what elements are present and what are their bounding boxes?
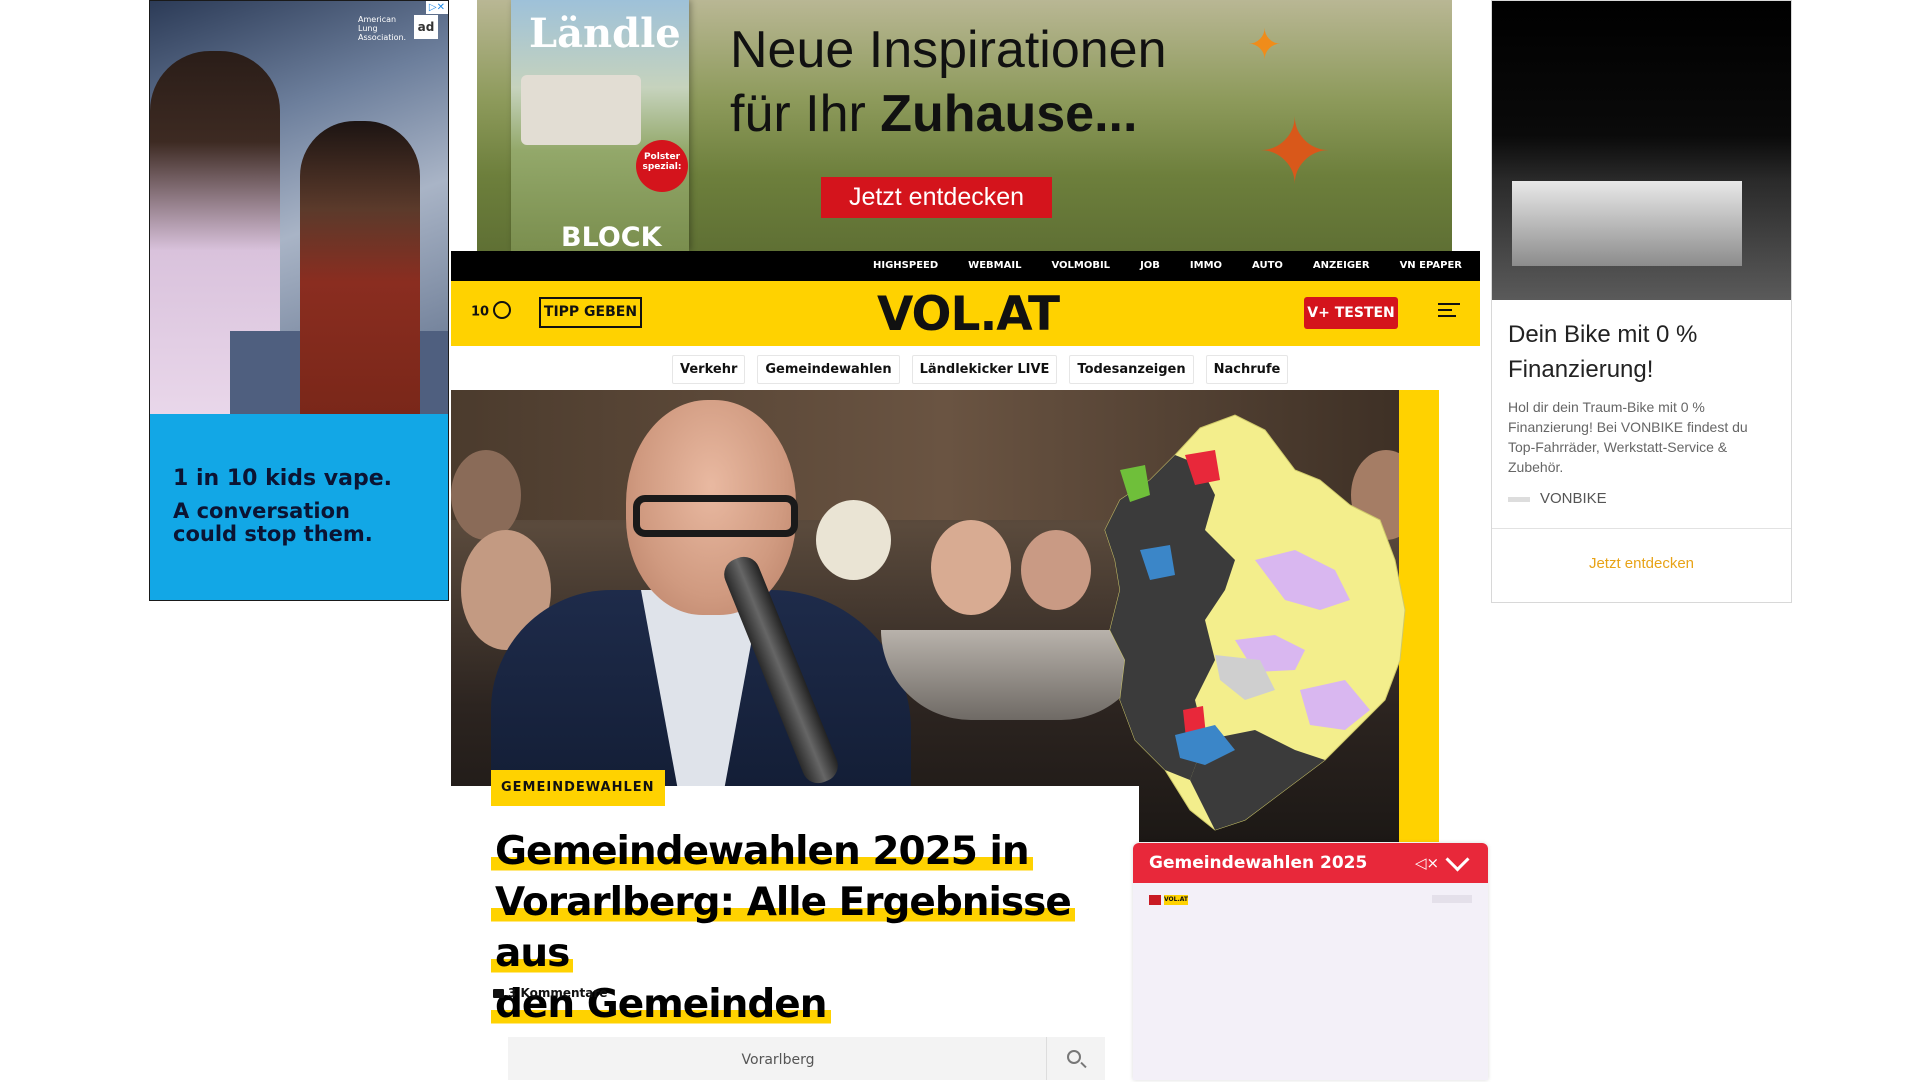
ad-subline: A conversation could stop them.	[173, 499, 373, 546]
right-ad[interactable]: Dein Bike mit 0 % Finanzierung! Hol dir …	[1491, 0, 1792, 603]
bike-shop-photo	[1492, 1, 1791, 300]
mute-icon[interactable]: ◁×	[1415, 854, 1439, 872]
nav-chip-gemeindewahlen[interactable]: Gemeindewahlen	[757, 355, 900, 384]
channel-logo-icon	[1149, 895, 1161, 905]
service-links: HIGHSPEED WEBMAIL VOLMOBIL JOB IMMO AUTO…	[843, 251, 1462, 281]
crowd-person	[931, 520, 1011, 615]
weather-widget[interactable]: 10	[471, 301, 512, 321]
player-title: Gemeindewahlen 2025	[1149, 853, 1368, 873]
article-teaser[interactable]: GEMEINDEWAHLEN Gemeindewahlen 2025 in Vo…	[451, 770, 1139, 1082]
ad-cta-link[interactable]: Jetzt entdecken	[1492, 555, 1791, 572]
tipp-geben-button[interactable]: TIPP GEBEN	[539, 297, 642, 328]
headline-bold: Zuhause...	[880, 85, 1138, 143]
butterfly-icon: ✦	[1247, 20, 1283, 69]
site-header: 10 TIPP GEBEN VOL.AT V+ TESTEN	[451, 281, 1480, 346]
service-bar: HIGHSPEED WEBMAIL VOLMOBIL JOB IMMO AUTO…	[451, 251, 1480, 281]
crowd-person	[451, 450, 521, 540]
search-button[interactable]	[1046, 1037, 1105, 1080]
video-player[interactable]: Gemeindewahlen 2025 ◁× VOL.AT	[1133, 843, 1488, 1080]
menu-search-icon[interactable]	[1438, 303, 1460, 321]
ad-council-logo: ad	[414, 15, 438, 39]
adchoices-icon[interactable]: ▷✕	[425, 1, 448, 14]
banner-cta-button[interactable]: Jetzt entdecken	[821, 177, 1052, 218]
weather-icon	[493, 301, 512, 319]
service-link-volmobil[interactable]: VOLMOBIL	[1051, 251, 1110, 281]
player-watermark	[1432, 895, 1472, 903]
banner-headline-2: für Ihr Zuhause...	[730, 84, 1137, 144]
shop-window	[1512, 181, 1742, 266]
service-link-job[interactable]: JOB	[1140, 251, 1160, 281]
comment-count-label: 3 Kommentare	[508, 986, 608, 1000]
ad-advertiser: American Lung Association.	[358, 15, 407, 42]
service-link-highspeed[interactable]: HIGHSPEED	[873, 251, 938, 281]
ad-photo	[150, 1, 448, 414]
site-logo[interactable]: VOL.AT	[877, 287, 1060, 342]
headline-plain: für Ihr	[730, 85, 881, 143]
comment-icon	[493, 989, 504, 998]
player-header: Gemeindewahlen 2025 ◁×	[1133, 843, 1488, 883]
crowd-person	[1021, 530, 1091, 610]
crowd-person	[816, 500, 891, 580]
ad-title[interactable]: Dein Bike mit 0 % Finanzierung!	[1508, 317, 1768, 387]
service-link-epaper[interactable]: VN EPAPER	[1400, 251, 1462, 281]
comment-count[interactable]: 3 Kommentare	[493, 986, 607, 1000]
polster-badge: Polster spezial:	[636, 140, 688, 192]
ad-text-panel: 1 in 10 kids vape. A conversation could …	[150, 414, 448, 600]
sofa-image	[521, 75, 641, 145]
nav-chip-todesanzeigen[interactable]: Todesanzeigen	[1069, 355, 1194, 384]
volat-mini-logo: VOL.AT	[1164, 895, 1189, 905]
nav-chip-laendlekicker[interactable]: Ländlekicker LIVE	[911, 355, 1058, 384]
region-search	[508, 1037, 1105, 1082]
search-icon	[1067, 1050, 1081, 1064]
service-link-anzeiger[interactable]: ANZEIGER	[1313, 251, 1370, 281]
headline-line: Gemeindewahlen 2025 in	[491, 829, 1033, 874]
headline-line: Vorarlberg: Alle Ergebnisse aus	[491, 880, 1075, 976]
election-results-map	[1104, 414, 1406, 831]
category-badge[interactable]: GEMEINDEWAHLEN	[491, 770, 665, 806]
speaker-glasses	[633, 495, 798, 537]
top-banner-ad[interactable]: Ländle Polster spezial: BLOCK Neue Inspi…	[477, 0, 1452, 251]
catalog-title: Ländle	[529, 10, 681, 57]
boy-figure	[300, 121, 420, 414]
ad-brand: VONBIKE	[1540, 490, 1607, 507]
vplus-testen-button[interactable]: V+ TESTEN	[1304, 297, 1398, 329]
temperature: 10	[471, 304, 490, 320]
ad-description: Hol dir dein Traum-Bike mit 0 % Finanzie…	[1508, 399, 1748, 475]
block-logo: BLOCK	[561, 222, 662, 251]
divider	[1492, 528, 1791, 529]
ad-headline: 1 in 10 kids vape.	[173, 466, 392, 491]
service-link-webmail[interactable]: WEBMAIL	[968, 251, 1021, 281]
left-ad[interactable]: American Lung Association. ad ▷✕ 1 in 10…	[149, 0, 449, 601]
region-search-input[interactable]	[508, 1037, 1048, 1082]
butterfly-icon: ✦	[1257, 100, 1333, 205]
search-icon-handle	[1080, 1061, 1087, 1069]
chevron-down-icon[interactable]	[1445, 847, 1470, 872]
service-link-auto[interactable]: AUTO	[1252, 251, 1283, 281]
topic-nav: Verkehr Gemeindewahlen Ländlekicker LIVE…	[451, 346, 1480, 390]
brand-logo-icon	[1508, 497, 1530, 502]
banner-headline-1: Neue Inspirationen	[730, 21, 1167, 79]
catalog-cover: Ländle Polster spezial: BLOCK	[511, 0, 689, 251]
service-link-immo[interactable]: IMMO	[1190, 251, 1222, 281]
nav-chip-verkehr[interactable]: Verkehr	[672, 355, 746, 384]
nav-chip-nachrufe[interactable]: Nachrufe	[1205, 355, 1289, 384]
